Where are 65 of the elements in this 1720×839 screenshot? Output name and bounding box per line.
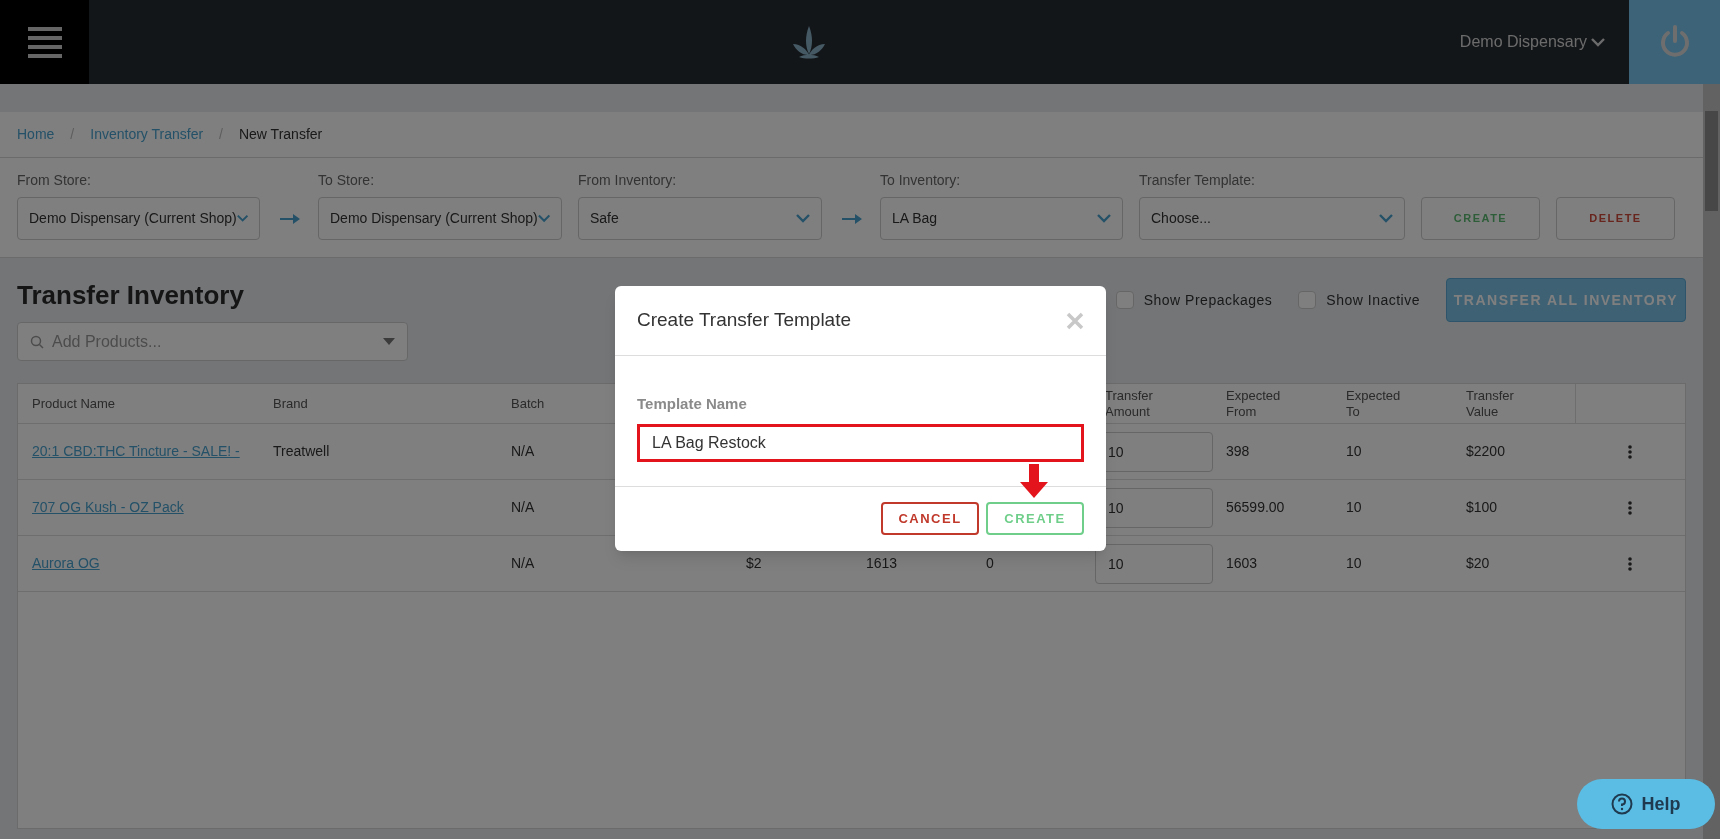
breadcrumb-current: New Transfer	[238, 125, 323, 144]
field-label: From Store:	[17, 172, 92, 189]
template-name-field[interactable]: LA Bag Restock	[637, 423, 1084, 462]
checkbox-label: Show Inactive	[1326, 290, 1420, 310]
table-cell: $2200	[1466, 443, 1505, 459]
column-header: Transfer Amount	[1105, 387, 1154, 420]
table-cell: $2	[746, 555, 762, 571]
chevron-down-icon	[236, 214, 248, 223]
table-cell: 10	[1346, 443, 1362, 459]
table-cell: 1603	[1226, 555, 1258, 571]
field-label: To Inventory:	[880, 172, 962, 189]
table-cell: $100	[1466, 499, 1498, 515]
table-cell: Treatwell	[273, 443, 330, 459]
dropdown-caret-icon	[383, 338, 395, 345]
field-label: Template Name	[637, 394, 748, 414]
menu-icon	[26, 24, 63, 60]
select-field[interactable]: Choose...	[1139, 197, 1405, 240]
table-cell: 10	[1346, 555, 1362, 571]
breadcrumb-separator: /	[70, 125, 75, 144]
column-header: Transfer Value	[1466, 387, 1515, 420]
chevron-down-icon	[796, 214, 810, 223]
table-cell: N/A	[511, 499, 535, 515]
more-options-icon[interactable]	[1628, 556, 1632, 571]
modal-title: Create Transfer Template	[637, 308, 852, 333]
column-header: Batch	[511, 395, 545, 411]
column-header: Brand	[273, 395, 308, 411]
select-field[interactable]: Demo Dispensary (Current Shop)	[318, 197, 562, 240]
cancel-button[interactable]: CANCEL	[881, 502, 979, 535]
page-title: Transfer Inventory	[17, 279, 245, 312]
menu-button[interactable]	[0, 0, 89, 84]
table-cell: $20	[1466, 555, 1490, 571]
chevron-down-icon	[1097, 214, 1111, 223]
table-cell: 56599.00	[1226, 499, 1285, 515]
table-cell: 1613	[866, 555, 898, 571]
search-icon	[30, 334, 44, 349]
checkbox[interactable]	[1115, 291, 1134, 309]
more-options-icon[interactable]	[1628, 444, 1632, 459]
chevron-down-icon	[537, 214, 550, 223]
select-field[interactable]: LA Bag	[880, 197, 1123, 240]
account-menu[interactable]: Demo Dispensary	[1459, 0, 1629, 84]
breadcrumb-separator: /	[219, 125, 223, 144]
field-label: From Inventory:	[578, 172, 678, 189]
table-cell: N/A	[511, 443, 535, 459]
checkbox-label: Show Prepackages	[1143, 290, 1273, 310]
help-button[interactable]: Help	[1577, 779, 1715, 829]
select-field[interactable]: Safe	[578, 197, 822, 240]
more-options-icon[interactable]	[1628, 500, 1632, 515]
table-cell: 398	[1226, 443, 1250, 459]
select-field[interactable]: Demo Dispensary (Current Shop)	[17, 197, 260, 240]
column-header: Expected To	[1346, 387, 1402, 420]
help-icon	[1611, 793, 1634, 815]
amount-field[interactable]: 10	[1095, 543, 1213, 584]
delete-button[interactable]: DELETE	[1556, 197, 1675, 240]
field-label: Transfer Template:	[1139, 172, 1256, 189]
checkbox[interactable]	[1298, 291, 1317, 309]
column-header: Product Name	[32, 395, 116, 411]
table-cell: 10	[1346, 499, 1362, 515]
table-cell: 0	[986, 555, 994, 571]
table-cell: N/A	[511, 555, 535, 571]
down-arrow-icon	[1020, 463, 1048, 498]
field-label: To Store:	[318, 172, 376, 189]
column-header: Expected From	[1226, 387, 1282, 420]
scrollbar[interactable]	[1703, 84, 1720, 839]
chevron-down-icon	[1379, 214, 1393, 223]
chevron-down-icon	[1591, 37, 1605, 47]
